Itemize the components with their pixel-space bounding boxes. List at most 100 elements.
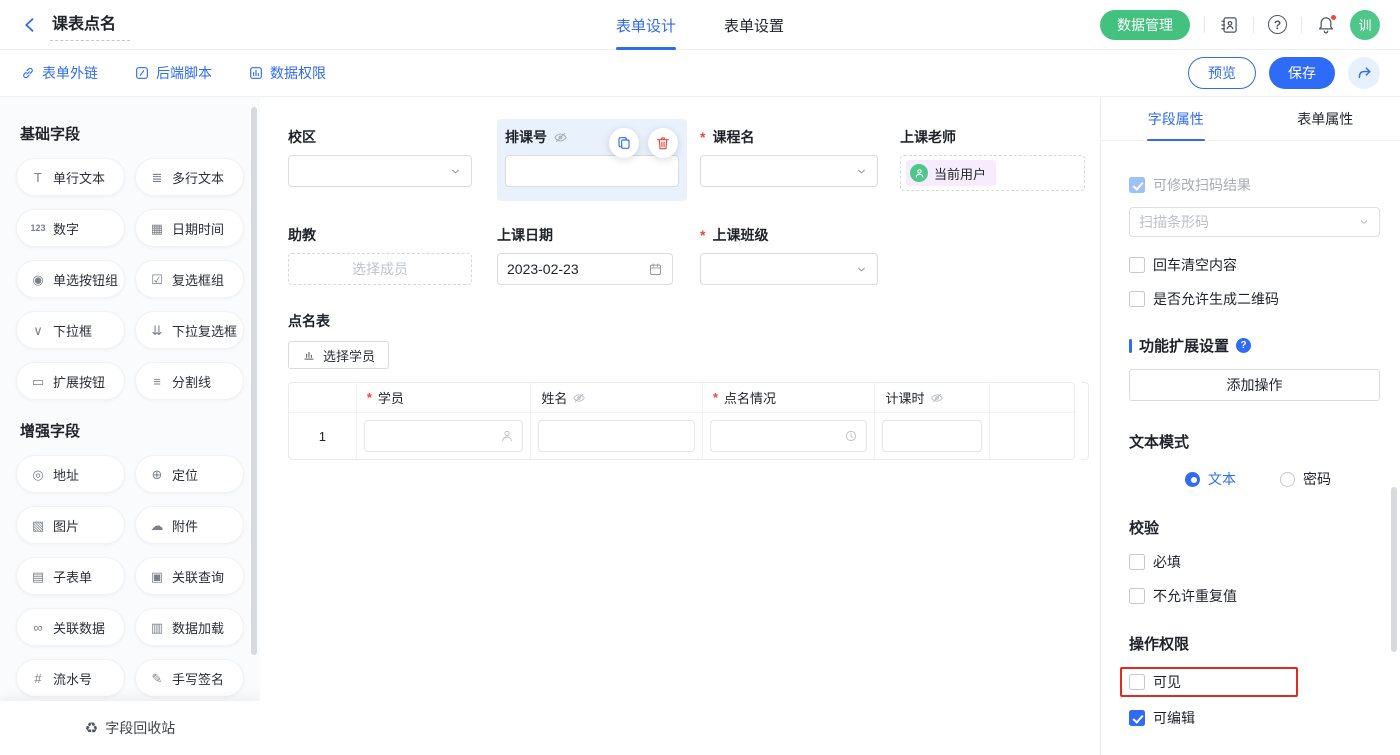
page-title[interactable]: 课表点名 [50, 8, 130, 41]
delete-field-button[interactable] [648, 128, 678, 158]
attendance-input[interactable] [710, 420, 868, 452]
panel-scrollbar[interactable] [1391, 487, 1397, 652]
toolbar-actions: 预览 保存 [1188, 57, 1380, 89]
no-duplicate-checkbox[interactable]: 不允许重复值 [1129, 586, 1380, 606]
visible-checkbox[interactable]: 可见 [1129, 667, 1380, 697]
enter-clear-checkbox[interactable]: 回车清空内容 [1129, 255, 1380, 275]
radio-unselected [1280, 472, 1295, 487]
field-item-extension-button[interactable]: ▭扩展按钮 [16, 362, 125, 400]
section-enhanced-fields: 增强字段 [20, 420, 244, 441]
class-date-input[interactable]: 2023-02-23 [497, 253, 673, 285]
share-button[interactable] [1348, 57, 1380, 89]
field-item-datetime[interactable]: ▦日期时间 [135, 209, 244, 247]
col-name: 姓名 [531, 383, 703, 412]
serial-number-icon: # [30, 672, 46, 685]
schedule-no-input[interactable] [505, 155, 679, 187]
field-item-address[interactable]: ◎地址 [16, 455, 125, 493]
hidden-eye-icon [572, 391, 586, 405]
backend-script-link[interactable]: 后端脚本 [134, 63, 212, 83]
avatar[interactable]: 训 [1350, 10, 1380, 40]
field-item-radio-group[interactable]: ◉单选按钮组 [16, 260, 125, 298]
checkbox-unchecked [1129, 257, 1145, 273]
sidebar-scrollbar[interactable] [251, 107, 257, 655]
name-input[interactable] [538, 420, 695, 452]
field-assistant[interactable]: 助教 选择成员 [288, 225, 472, 285]
field-item-attachment[interactable]: ☁附件 [135, 506, 244, 544]
tab-form-settings[interactable]: 表单设置 [724, 0, 784, 50]
required-checkbox[interactable]: 必填 [1129, 552, 1380, 572]
field-class-group[interactable]: *上课班级 [700, 225, 878, 285]
tab-form-properties[interactable]: 表单属性 [1251, 97, 1400, 140]
field-item-location[interactable]: ⊕定位 [135, 455, 244, 493]
row-number: 1 [289, 413, 357, 459]
preview-button[interactable]: 预览 [1188, 57, 1256, 89]
editable-checkbox[interactable]: 可编辑 [1129, 708, 1380, 728]
scan-type-select[interactable]: 扫描条形码 [1129, 207, 1380, 237]
add-action-button[interactable]: 添加操作 [1129, 369, 1380, 401]
help-icon[interactable]: ? [1268, 15, 1287, 34]
field-item-dropdown-multi[interactable]: ⇊下拉复选框 [135, 311, 244, 349]
field-course-name[interactable]: *课程名 [700, 127, 878, 201]
teacher-member-box[interactable]: 当前用户 [900, 155, 1085, 191]
field-item-image[interactable]: ▧图片 [16, 506, 125, 544]
save-button[interactable]: 保存 [1269, 57, 1335, 89]
field-attendance-subform[interactable]: 点名表 选择学员 *学员 姓名 *点名情况 计课时 [288, 311, 1100, 460]
field-class-date[interactable]: 上课日期 2023-02-23 [497, 225, 673, 285]
datetime-icon: ▦ [149, 222, 165, 235]
field-teacher[interactable]: 上课老师 当前用户 [900, 127, 1085, 201]
checkbox-checked [1129, 710, 1145, 726]
tab-form-design[interactable]: 表单设计 [616, 0, 676, 50]
field-item-data-load[interactable]: ▥数据加载 [135, 608, 244, 646]
field-item-linked-data[interactable]: ∞关联数据 [16, 608, 125, 646]
field-item-divider-line[interactable]: ≡分割线 [135, 362, 244, 400]
notification-bell-icon[interactable] [1316, 15, 1336, 35]
select-students-button[interactable]: 选择学员 [288, 341, 389, 369]
copy-icon [616, 135, 632, 151]
field-item-serial-number[interactable]: #流水号 [16, 659, 125, 697]
field-item-signature[interactable]: ✎手写签名 [135, 659, 244, 697]
divider-line-icon: ≡ [149, 375, 165, 388]
field-item-subform[interactable]: ▤子表单 [16, 557, 125, 595]
field-item-linked-query[interactable]: ▣关联查询 [135, 557, 244, 595]
field-campus[interactable]: 校区 [288, 127, 472, 201]
assistant-member-picker[interactable]: 选择成员 [288, 253, 472, 285]
current-user-tag[interactable]: 当前用户 [906, 160, 996, 186]
field-recycle-bin[interactable]: ♻ 字段回收站 [0, 701, 260, 755]
tab-field-properties[interactable]: 字段属性 [1101, 97, 1251, 140]
class-group-select[interactable] [700, 253, 878, 285]
campus-select[interactable] [288, 155, 472, 187]
person-icon [500, 429, 514, 443]
back-icon[interactable] [20, 15, 40, 35]
help-icon[interactable]: ? [1236, 338, 1251, 353]
divider [1301, 17, 1302, 33]
calendar-icon [648, 262, 663, 277]
data-permission-link[interactable]: 数据权限 [248, 63, 326, 83]
field-schedule-no-selected[interactable]: 排课号 [497, 119, 687, 201]
notification-dot [1330, 14, 1337, 21]
form-external-link[interactable]: 表单外链 [20, 63, 98, 83]
text-mode-title: 文本模式 [1129, 431, 1380, 452]
text-mode-password-radio[interactable]: 密码 [1280, 469, 1331, 489]
data-manage-button[interactable]: 数据管理 [1100, 10, 1190, 40]
field-item-single-line-text[interactable]: T单行文本 [16, 158, 125, 196]
student-input[interactable] [364, 420, 524, 452]
course-name-select[interactable] [700, 155, 878, 187]
class-hours-input[interactable] [882, 420, 982, 452]
qrcode-checkbox[interactable]: 是否允许生成二维码 [1129, 289, 1380, 309]
main: 基础字段 T单行文本 ≣多行文本 123数字 ▦日期时间 ◉单选按钮组 ☑复选框… [0, 97, 1400, 755]
attachment-icon: ☁ [149, 519, 165, 532]
subform-icon: ▤ [30, 570, 46, 583]
address-book-icon[interactable] [1219, 15, 1239, 35]
red-annotation-box [1120, 667, 1298, 697]
field-item-dropdown[interactable]: ∨下拉框 [16, 311, 125, 349]
bar-chart-icon [302, 348, 316, 362]
field-item-multi-line-text[interactable]: ≣多行文本 [135, 158, 244, 196]
chevron-down-icon [855, 165, 868, 178]
scan-result-editable-checkbox[interactable]: 可修改扫码结果 [1129, 175, 1380, 195]
text-mode-text-radio[interactable]: 文本 [1185, 469, 1236, 489]
number-icon: 123 [30, 224, 46, 233]
field-item-number[interactable]: 123数字 [16, 209, 125, 247]
col-class-hours: 计课时 [875, 383, 990, 412]
field-item-checkbox-group[interactable]: ☑复选框组 [135, 260, 244, 298]
copy-field-button[interactable] [609, 128, 639, 158]
